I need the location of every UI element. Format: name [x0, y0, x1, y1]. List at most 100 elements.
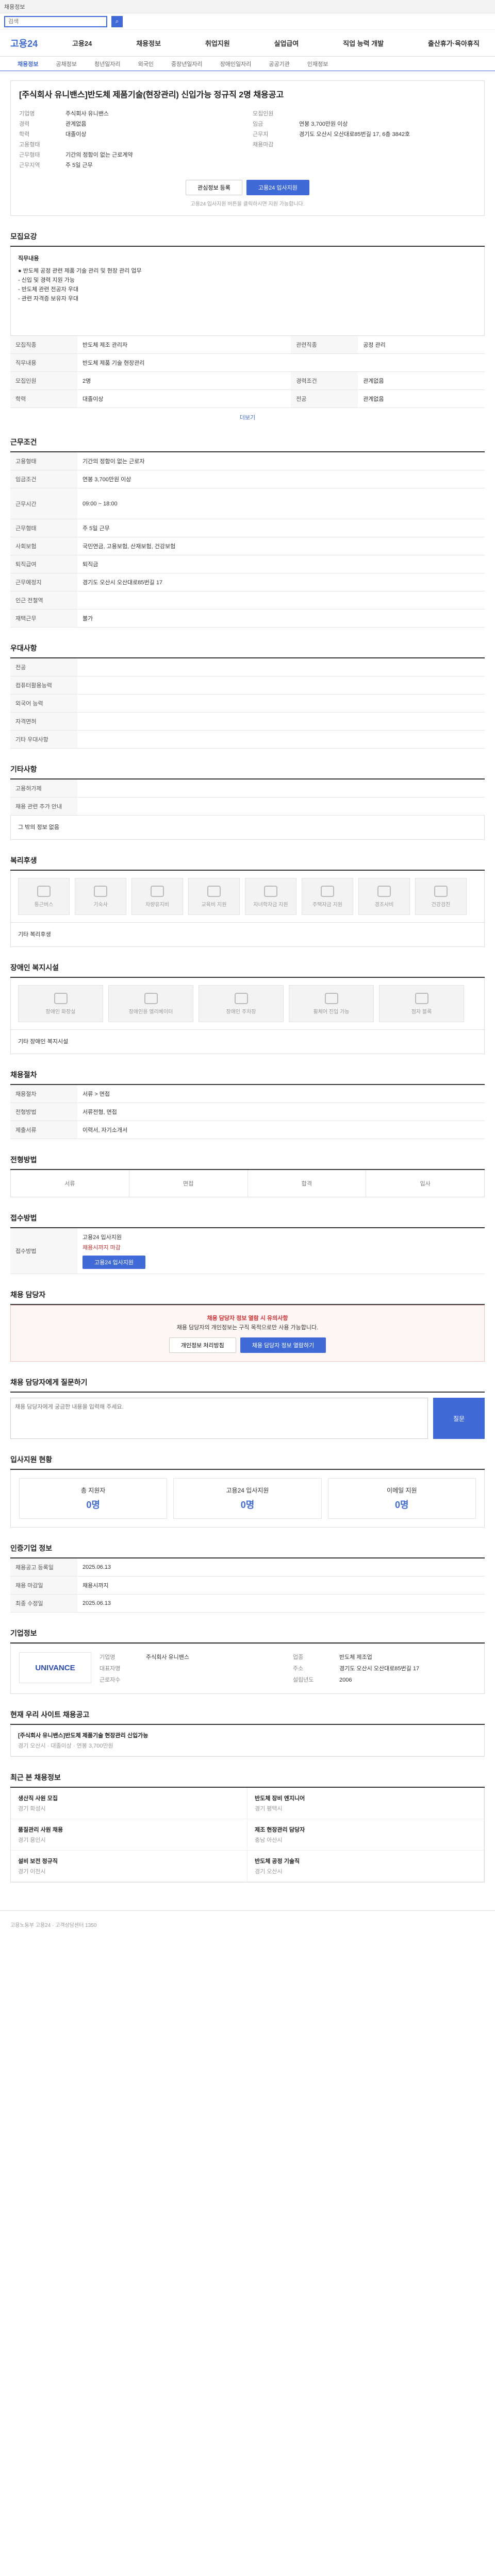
facility-label: 장애인용 엘리베이터 — [128, 1009, 173, 1015]
list-item[interactable]: 반도체 공정 기술직 경기 오산시 — [248, 1851, 484, 1882]
apply-table: 접수방법 고용24 입사지원 채용시까지 마감 고용24 입사지원 — [10, 1228, 485, 1274]
section-title: 최근 본 채용정보 — [10, 1772, 485, 1788]
list-item[interactable]: 제조 현장관리 담당자 충남 아산시 — [248, 1819, 484, 1851]
method-steps: 서류 면접 합격 입사 — [10, 1170, 485, 1197]
subnav-item[interactable]: 청년일자리 — [87, 60, 128, 68]
section-title: 기타사항 — [10, 764, 485, 779]
question-input[interactable] — [10, 1398, 428, 1439]
apply-section-button[interactable]: 고용24 입사지원 — [82, 1256, 146, 1269]
other-note: 그 밖의 정보 없음 — [10, 816, 485, 840]
gnb-item[interactable]: 채용정보 — [131, 38, 166, 48]
stats-section: 입사지원 현황 총 지원자 0명 고용24 입사지원 0명 이메일 지원 0명 — [10, 1454, 485, 1528]
child-icon — [264, 885, 277, 897]
section-title: 모집요강 — [10, 231, 485, 247]
subnav-item[interactable]: 인재정보 — [300, 60, 335, 68]
elevator-icon — [144, 992, 158, 1004]
condition-section: 근무조건 고용형태 기간의 정함이 없는 근로자 임금조건 연봉 3,700만원 이… — [10, 437, 485, 628]
benefit-item: 자녀학자금 지원 — [245, 878, 296, 915]
subnav-item[interactable]: 공공기관 — [261, 60, 296, 68]
contact-section: 채용 담당자 채용 담당자 정보 열람 시 유의사항 채용 담당자의 개인정보는… — [10, 1290, 485, 1362]
recruit-table: 모집직종 반도체 제조 관리자 관련직종 공정 관리 직무내용 반도체 제품 기술 현장… — [10, 336, 485, 408]
gnb-item[interactable]: 고용24 — [67, 38, 97, 48]
wheelchair-icon — [324, 992, 338, 1004]
apply-button[interactable]: 고용24 입사지원 — [246, 180, 309, 195]
benefit-section: 복리후생 통근버스 기숙사 차량유지비 교육비 지원 자녀학자금 지원 주택자금… — [10, 855, 485, 947]
info-key: 근무지역 — [19, 162, 40, 168]
save-interest-button[interactable]: 관심정보 등록 — [186, 180, 242, 195]
benefit-item: 교육비 지원 — [188, 878, 240, 915]
list-item[interactable]: 품질관리 사원 채용 경기 용인시 — [11, 1819, 248, 1851]
facility-item: 장애인 주차장 — [199, 985, 284, 1022]
health-icon — [434, 885, 448, 897]
row-key: 근무시간 — [10, 488, 77, 519]
subnav-item[interactable]: 중장년일자리 — [164, 60, 210, 68]
car-icon — [151, 885, 164, 897]
gnb-item[interactable]: 실업급여 — [269, 38, 304, 48]
benefit-label: 주택자금 지원 — [312, 902, 342, 908]
benefit-label: 통근버스 — [34, 902, 54, 908]
job-summary: [주식회사 유니밴스]반도체 제품기술(현장관리) 신입가능 정규직 2명 채용… — [10, 80, 485, 216]
info-key: 임금 — [253, 121, 263, 127]
list-item[interactable]: 반도체 장비 엔지니어 경기 평택시 — [248, 1788, 484, 1819]
other-section: 기타사항 고용허가제 채용 관련 추가 안내 그 밖의 정보 없음 — [10, 764, 485, 840]
search-icon[interactable]: ⌕ — [111, 15, 123, 27]
site-logo[interactable]: 고용24 — [10, 37, 67, 50]
info-value — [65, 140, 242, 150]
row-value — [77, 730, 485, 749]
recruit-desc: 직무내용 ● 반도체 공정 관련 제품 기술 관리 및 현장 관리 업무 - 신… — [10, 247, 485, 336]
info-value: 반도체 제조업 — [339, 1654, 372, 1660]
row-value: 관계없음 — [358, 389, 485, 408]
more-link[interactable]: 더보기 — [10, 413, 485, 421]
gnb-item[interactable]: 직업 능력 개발 — [338, 38, 389, 48]
list-item[interactable]: 생산직 사원 모집 경기 화성시 — [11, 1788, 248, 1819]
list-item[interactable]: [주식회사 유니밴스]반도체 제품기술 현장관리 신입가능 경기 오산시 · 대졸… — [11, 1725, 484, 1756]
row-value: 퇴직금 — [77, 555, 485, 573]
process-section: 채용절차 채용절차 서류 > 면접 전형방법 서류전형, 면접 제출서류 이력서, 자… — [10, 1070, 485, 1139]
info-value — [146, 1664, 283, 1674]
global-nav: 고용24 채용정보 취업지원 실업급여 직업 능력 개발 출산휴가·육아휴직 — [67, 38, 485, 48]
stat-card: 이메일 지원 0명 — [327, 1478, 476, 1519]
house-icon — [321, 885, 334, 897]
subnav-item[interactable]: 외국인 — [131, 60, 161, 68]
row-value — [77, 712, 485, 731]
row-key: 근무형태 — [10, 519, 77, 537]
other-table: 고용허가제 채용 관련 추가 안내 — [10, 779, 485, 816]
gnb-item[interactable]: 취업지원 — [200, 38, 235, 48]
subnav-item[interactable]: 장애인일자리 — [213, 60, 259, 68]
item-desc: 경기 용인시 — [18, 1837, 46, 1843]
company-section: 기업정보 UNIVANCE 기업명 주식회사 유니밴스 업종 반도체 제조업 대표자… — [10, 1628, 485, 1694]
question-submit-button[interactable]: 질문 — [433, 1398, 485, 1439]
info-value: 주식회사 유니밴스 — [65, 111, 109, 117]
apply-deadline: 채용시까지 마감 — [82, 1245, 121, 1251]
subnav-item[interactable]: 채용정보 — [10, 60, 45, 68]
welfare-section: 우대사항 전공 컴퓨터활용능력 외국어 능력 자격면허 기타 우대사항 — [10, 643, 485, 749]
apply-method: 고용24 입사지원 — [82, 1234, 122, 1241]
info-key: 업종 — [293, 1654, 304, 1660]
gnb-item[interactable]: 출산휴가·육아휴직 — [423, 38, 485, 48]
search-input[interactable] — [4, 15, 107, 27]
row-key: 전공 — [291, 389, 358, 408]
benefit-item: 경조사비 — [358, 878, 410, 915]
row-key: 임금조건 — [10, 470, 77, 488]
book-icon — [207, 885, 221, 897]
row-key: 사회보험 — [10, 537, 77, 555]
info-key: 설립년도 — [293, 1677, 314, 1683]
row-key: 채용 관련 추가 안내 — [10, 797, 77, 816]
info-value: 관계없음 — [65, 121, 87, 127]
disabled-note: 기타 장애인 복지시설 — [10, 1030, 485, 1054]
list-item[interactable]: 설비 보전 정규직 경기 이천시 — [11, 1851, 248, 1882]
info-key: 고용형태 — [19, 142, 40, 148]
privacy-button[interactable]: 개인정보 처리방침 — [169, 1337, 236, 1353]
row-key: 근무예정지 — [10, 573, 77, 591]
footer-text: 고용노동부 고용24 · 고객상담센터 1350 — [10, 1923, 97, 1928]
section-title: 입사지원 현황 — [10, 1454, 485, 1470]
facility-label: 휠체어 진입 가능 — [313, 1009, 350, 1015]
view-contact-button[interactable]: 채용 담당자 정보 열람하기 — [240, 1337, 326, 1353]
item-title: 설비 보전 정규직 — [18, 1858, 58, 1865]
row-value: 관계없음 — [358, 371, 485, 390]
subnav-item[interactable]: 공채정보 — [48, 60, 84, 68]
stat-card: 총 지원자 0명 — [19, 1478, 168, 1519]
row-key: 최종 수정일 — [10, 1594, 77, 1613]
row-value: 공정 관리 — [358, 336, 485, 354]
method-step: 면접 — [129, 1170, 248, 1197]
